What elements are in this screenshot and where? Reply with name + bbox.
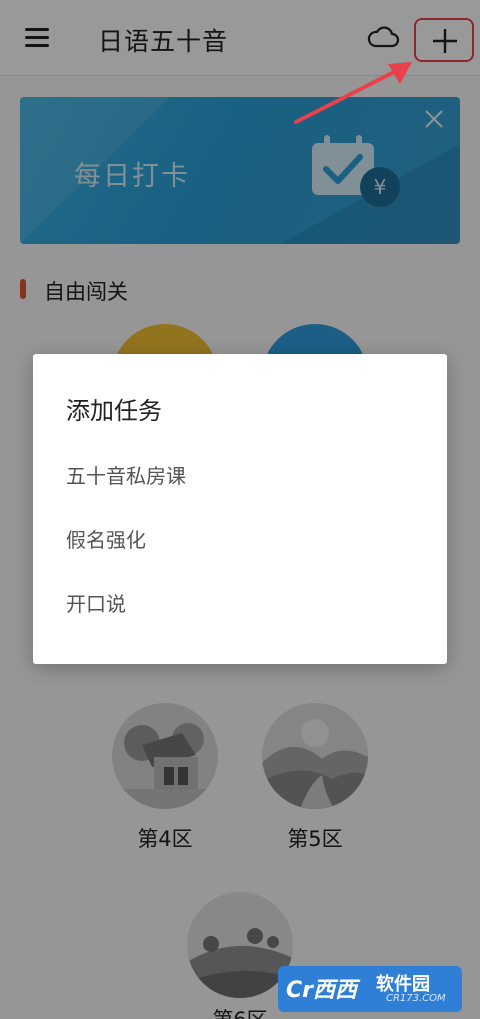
dialog-item-private-lesson[interactable]: 五十音私房课 (33, 446, 447, 502)
dialog-item-speaking[interactable]: 开口说 (33, 574, 447, 630)
dialog-title: 添加任务 (66, 397, 162, 425)
dialog-item-label: 开口说 (66, 592, 126, 616)
dialog-item-label: 假名强化 (66, 528, 146, 552)
site-watermark-logo: Cr西西 软件园 CR173.COM (278, 966, 462, 1012)
watermark-logo-text: Cr西西 (286, 978, 357, 1003)
dialog-item-label: 五十音私房课 (66, 464, 186, 488)
add-task-dialog: 添加任务 五十音私房课 假名强化 开口说 (33, 354, 447, 664)
dialog-item-kana-practice[interactable]: 假名强化 (33, 510, 447, 566)
annotation-arrow-icon (294, 62, 412, 124)
watermark-url: CR173.COM (386, 993, 446, 1004)
